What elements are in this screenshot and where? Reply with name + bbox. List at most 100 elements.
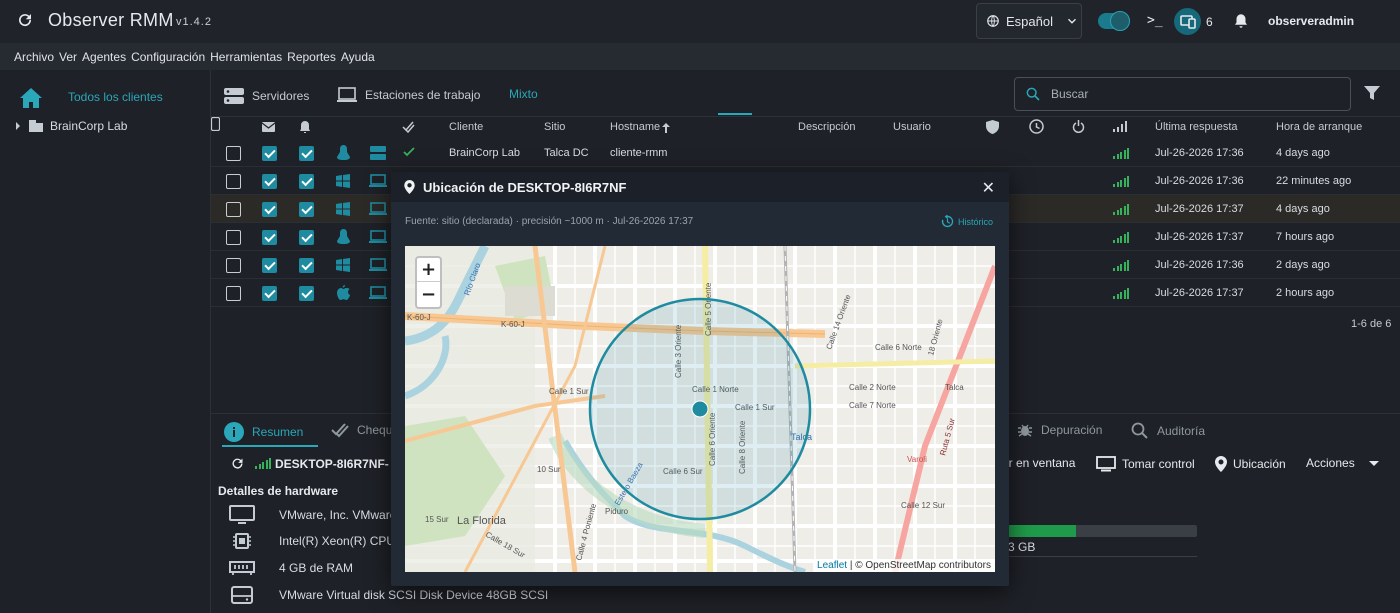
expand-arrow-icon[interactable]: [14, 122, 22, 130]
map-label-calle1sur-w: Calle 1 Sur: [549, 387, 589, 396]
leaflet-link[interactable]: Leaflet: [817, 560, 847, 571]
close-icon[interactable]: ✕: [982, 178, 995, 198]
email-checkbox[interactable]: [262, 146, 277, 161]
tree-node-client[interactable]: BrainCorp Lab: [14, 119, 127, 133]
tab-audit[interactable]: Auditoría: [1131, 422, 1205, 440]
tab-summary[interactable]: Resumen: [224, 422, 303, 442]
cell-hostname: cliente-rmm: [610, 147, 668, 159]
menu-configuracion[interactable]: Configuración: [131, 50, 205, 64]
take-control-button[interactable]: Tomar control: [1096, 456, 1195, 472]
search-box[interactable]: [1014, 77, 1351, 111]
language-select[interactable]: Español: [976, 3, 1082, 39]
windows-icon: [336, 258, 350, 272]
tab-checks[interactable]: Chequ: [331, 422, 392, 438]
tab-checks-label: Chequ: [357, 423, 393, 437]
filter-icon[interactable]: [1364, 85, 1380, 101]
map-label-varoli: Varoli: [907, 455, 927, 464]
menu-herramientas[interactable]: Herramientas: [210, 50, 282, 64]
select-checkbox[interactable]: [226, 146, 241, 161]
tab-debug[interactable]: Depuración: [1017, 422, 1102, 438]
dark-mode-toggle[interactable]: [1098, 11, 1130, 31]
select-checkbox[interactable]: [226, 202, 241, 217]
cell-boot-time: 2 days ago: [1276, 259, 1330, 271]
menu-reportes[interactable]: Reportes: [287, 50, 336, 64]
tab-workstations[interactable]: Estaciones de trabajo: [337, 87, 480, 103]
menu-ver[interactable]: Ver: [59, 50, 77, 64]
table-header: Cliente Sitio Hostname Descripción Usuar…: [210, 116, 1400, 139]
location-marker[interactable]: [691, 400, 709, 418]
caret-down-icon: [1368, 461, 1379, 466]
history-icon: [941, 215, 954, 228]
open-window-button[interactable]: ir en ventana: [1006, 456, 1075, 470]
history-link[interactable]: Histórico: [941, 215, 993, 228]
all-clients-link[interactable]: Todos los clientes: [68, 90, 163, 104]
menu-agentes[interactable]: Agentes: [82, 50, 126, 64]
col-site[interactable]: Sitio: [544, 121, 565, 133]
windows-icon: [336, 202, 350, 216]
actions-menu-button[interactable]: Acciones: [1306, 456, 1381, 470]
take-control-label: Tomar control: [1122, 457, 1195, 471]
col-last-response[interactable]: Última respuesta: [1155, 121, 1238, 133]
zoom-out-button[interactable]: −: [417, 282, 440, 306]
alert-checkbox[interactable]: [299, 202, 314, 217]
username-menu[interactable]: observeradmin: [1268, 14, 1354, 28]
map-label-talca-sm: Talca: [945, 383, 964, 392]
col-hostname[interactable]: Hostname: [610, 121, 660, 133]
mail-icon: [262, 122, 275, 132]
refresh-icon[interactable]: [16, 11, 34, 29]
agents-icon[interactable]: [1174, 8, 1201, 35]
email-checkbox[interactable]: [262, 202, 277, 217]
laptop-icon: [369, 202, 387, 215]
search-icon: [1026, 87, 1040, 101]
alert-checkbox[interactable]: [299, 146, 314, 161]
linux-icon: [337, 229, 350, 244]
signal-icon: [1113, 121, 1127, 132]
alert-checkbox[interactable]: [299, 174, 314, 189]
apple-icon: [337, 285, 350, 300]
select-checkbox[interactable]: [226, 258, 241, 273]
open-window-label: ir en ventana: [1006, 456, 1076, 470]
terminal-icon[interactable]: >_: [1147, 13, 1163, 28]
home-icon[interactable]: [19, 87, 43, 109]
menu-archivo[interactable]: Archivo: [14, 50, 54, 64]
alert-checkbox[interactable]: [299, 230, 314, 245]
email-checkbox[interactable]: [262, 258, 277, 273]
location-button[interactable]: Ubicación: [1215, 456, 1286, 472]
col-user[interactable]: Usuario: [893, 121, 931, 133]
language-label: Español: [1006, 13, 1053, 29]
tab-debug-label: Depuración: [1041, 423, 1103, 437]
table-row[interactable]: BrainCorp Lab Talca DC cliente-rmm Jul-2…: [211, 139, 1400, 167]
bug-icon: [1018, 424, 1032, 437]
alert-checkbox[interactable]: [299, 258, 314, 273]
bell-icon[interactable]: [1232, 12, 1250, 30]
email-checkbox[interactable]: [262, 174, 277, 189]
select-checkbox[interactable]: [226, 230, 241, 245]
email-checkbox[interactable]: [262, 286, 277, 301]
menu-ayuda[interactable]: Ayuda: [341, 50, 375, 64]
map-label-calle6norte: Calle 6 Norte: [875, 343, 922, 352]
search-input[interactable]: [1051, 87, 1331, 101]
select-checkbox[interactable]: [226, 174, 241, 189]
cell-last-response: Jul-26-2026 17:37: [1155, 231, 1244, 243]
bell-icon: [300, 121, 310, 133]
alert-checkbox[interactable]: [299, 286, 314, 301]
location-map[interactable]: K-60-J K-60-J Calle 1 Norte Calle 1 Sur …: [405, 246, 995, 572]
sort-arrow-up-icon[interactable]: [662, 123, 670, 133]
select-checkbox[interactable]: [226, 286, 241, 301]
server-icon: [224, 88, 244, 104]
tab-mixed[interactable]: Mixto: [509, 87, 538, 101]
location-pin-icon: [1215, 456, 1227, 472]
col-description[interactable]: Descripción: [798, 121, 855, 133]
map-label-laflorida: La Florida: [457, 515, 507, 527]
col-client[interactable]: Cliente: [449, 121, 483, 133]
server-icon: [370, 146, 386, 160]
zoom-in-button[interactable]: +: [417, 258, 440, 282]
map-label-piduro: Piduro: [605, 507, 629, 516]
cell-last-response: Jul-26-2026 17:36: [1155, 259, 1244, 271]
refresh-icon[interactable]: [230, 456, 245, 471]
tree-node-label: BrainCorp Lab: [50, 119, 128, 133]
cell-last-response: Jul-26-2026 17:36: [1155, 175, 1244, 187]
email-checkbox[interactable]: [262, 230, 277, 245]
tab-servers[interactable]: Servidores: [224, 87, 309, 105]
col-boot-time[interactable]: Hora de arranque: [1276, 121, 1362, 133]
